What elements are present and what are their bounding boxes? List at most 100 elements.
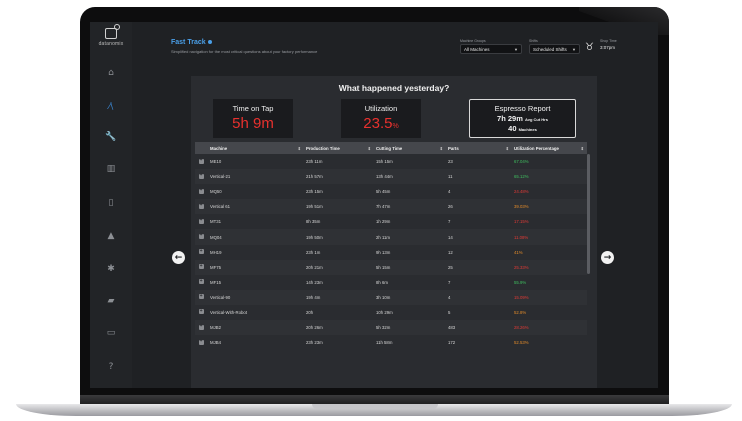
- table-row[interactable]: Vertical-90 19h 4m 3h 10m 4 15.09%: [195, 289, 587, 305]
- expand-row-icon[interactable]: [195, 232, 208, 240]
- trash-icon[interactable]: ▯: [90, 196, 132, 210]
- table-row[interactable]: Vertical-21 21h 57m 13h 44m 11 65.12%: [195, 169, 587, 185]
- machine-groups-select[interactable]: All Machines ▼: [460, 44, 522, 54]
- shop-time: Shop Time 3:07pm: [600, 39, 617, 50]
- kpi-label: Utilization: [364, 104, 398, 113]
- table-row[interactable]: MJB4 23h 23m 11h 58m 172 52.53%: [195, 335, 587, 350]
- kpi-value: 23.5%: [341, 115, 421, 132]
- cell-utilization: 25.33%: [514, 264, 529, 270]
- page-title: Fast Track: [171, 39, 212, 46]
- plus-icon: [199, 323, 204, 330]
- table-header: Machine ⇕ Production Time ⇕ Cutting Time ⇕ …: [195, 142, 587, 154]
- cell-machine: MF15: [210, 279, 221, 285]
- filter-reset-icon[interactable]: ♉: [585, 42, 594, 53]
- cell-production-time: 19h 4m: [306, 294, 321, 300]
- kpi-value: 5h 9m: [232, 115, 274, 132]
- cell-cutting-time: 10h 29m: [376, 309, 393, 315]
- gear-icon[interactable]: ✱: [90, 262, 132, 276]
- cell-parts: 4: [448, 294, 451, 300]
- cell-cutting-time: 2h 11m: [376, 234, 391, 240]
- cell-cutting-time: 1h 29m: [376, 219, 391, 225]
- expand-row-icon[interactable]: [195, 338, 208, 346]
- expand-row-icon[interactable]: [195, 248, 208, 255]
- kpi-utilization[interactable]: Utilization 23.5%: [341, 99, 421, 138]
- cell-production-time: 19h 51m: [306, 204, 323, 210]
- cell-production-time: 19h 50m: [306, 234, 323, 240]
- espresso-machines-unit: Machines: [518, 127, 537, 132]
- factory-icon[interactable]: ▰: [90, 294, 132, 308]
- expand-row-icon[interactable]: [195, 202, 208, 210]
- column-header-utilization[interactable]: Utilization Percentage ⇕: [512, 146, 587, 151]
- shop-time-label: Shop Time: [600, 39, 617, 43]
- cell-cutting-time: 11h 58m: [376, 340, 393, 346]
- cell-production-time: 23h 23m: [306, 340, 323, 346]
- expand-row-icon[interactable]: [195, 293, 208, 300]
- table-row[interactable]: MF75 20h 21m 5h 15m 25 25.33%: [195, 259, 587, 275]
- cell-production-time: 20h 21m: [306, 264, 323, 270]
- shifts-select[interactable]: Scheduled Shifts ▼: [529, 44, 580, 54]
- cell-parts: 7: [448, 279, 451, 285]
- table-row[interactable]: MQ04 19h 50m 2h 11m 14 11.08%: [195, 229, 587, 245]
- next-arrow-icon[interactable]: →: [601, 251, 614, 264]
- cell-parts: 25: [448, 264, 453, 270]
- wrench-icon[interactable]: 🔧: [90, 130, 132, 144]
- cell-machine: MQ04: [210, 234, 222, 240]
- bar-chart-icon[interactable]: ▥: [90, 162, 132, 176]
- expand-row-icon[interactable]: [195, 323, 208, 331]
- column-header-parts[interactable]: Parts ⇕: [446, 146, 512, 151]
- table-row[interactable]: ME10 23h 11m 15h 15m 23 67.04%: [195, 154, 587, 169]
- table-row[interactable]: Vertical-With-Robot 20h 10h 29m 5 52.8%: [195, 305, 587, 320]
- monitor-icon[interactable]: ▭: [90, 326, 132, 340]
- cell-machine: Vertical-21: [210, 174, 231, 180]
- kpi-espresso-report[interactable]: Espresso Report 7h 29m Avg Cut Hrs 40 Ma…: [469, 99, 576, 138]
- page-title-text: Fast Track: [171, 39, 206, 46]
- espresso-title: Espresso Report: [494, 104, 551, 113]
- cell-cutting-time: 15h 15m: [376, 159, 393, 165]
- expand-row-icon[interactable]: [195, 308, 208, 315]
- plus-icon: [199, 157, 204, 164]
- table-row[interactable]: MJB2 20h 26m 5h 32m 483 28.26%: [195, 320, 587, 336]
- cell-machine: ME10: [210, 159, 222, 165]
- machine-groups-value: All Machines: [464, 46, 490, 52]
- column-header-production-time[interactable]: Production Time ⇕: [304, 146, 374, 151]
- plus-icon: [199, 293, 204, 300]
- expand-row-icon[interactable]: [195, 157, 208, 165]
- help-icon[interactable]: ?: [90, 360, 132, 374]
- expand-row-icon[interactable]: [195, 263, 208, 270]
- cell-parts: 7: [448, 219, 451, 225]
- table-row[interactable]: MQ50 23h 15m 5h 45m 4 24.48%: [195, 184, 587, 199]
- table-row[interactable]: Vertical 61 19h 51m 7h 47m 26 39.03%: [195, 199, 587, 215]
- plus-icon: [199, 172, 204, 179]
- plus-icon: [199, 263, 204, 270]
- expand-row-icon[interactable]: [195, 217, 208, 225]
- warning-icon[interactable]: ▲: [90, 229, 132, 243]
- logo[interactable]: datanomix: [90, 24, 132, 47]
- cell-machine: MF75: [210, 264, 221, 270]
- previous-arrow-icon[interactable]: ←: [172, 251, 185, 264]
- trend-icon[interactable]: ⁄\: [90, 100, 132, 114]
- table-scrollbar[interactable]: [587, 154, 590, 274]
- table-row[interactable]: MF15 14h 23m 8h 6m 7 55.9%: [195, 275, 587, 290]
- home-icon[interactable]: ⌂: [90, 66, 132, 80]
- cell-utilization: 52.53%: [514, 340, 529, 346]
- plus-icon: [199, 232, 204, 240]
- logo-icon: [105, 24, 120, 39]
- column-header-cutting-time[interactable]: Cutting Time ⇕: [374, 146, 446, 151]
- page-subtitle: Simplified navigation for the most criti…: [171, 49, 318, 54]
- plus-icon: [199, 217, 204, 224]
- cell-parts: 483: [448, 325, 456, 331]
- espresso-machines: 40 Machines: [470, 124, 575, 133]
- expand-row-icon[interactable]: [195, 187, 208, 195]
- expand-row-icon[interactable]: [195, 172, 208, 180]
- cell-cutting-time: 5h 32m: [376, 325, 391, 331]
- table-row[interactable]: MT31 8h 35m 1h 29m 7 17.15%: [195, 214, 587, 229]
- kpi-time-on-tap[interactable]: Time on Tap 5h 9m: [213, 99, 293, 138]
- column-header-machine[interactable]: Machine ⇕: [208, 146, 304, 151]
- kpi-label: Time on Tap: [232, 104, 274, 113]
- table-row[interactable]: MH19 23h 1m 9h 13m 12 41%: [195, 245, 587, 260]
- expand-row-icon[interactable]: [195, 278, 208, 285]
- cell-production-time: 8h 35m: [306, 219, 321, 225]
- cell-production-time: 23h 15m: [306, 189, 323, 195]
- plus-icon: [199, 338, 204, 345]
- cell-production-time: 20h: [306, 309, 314, 315]
